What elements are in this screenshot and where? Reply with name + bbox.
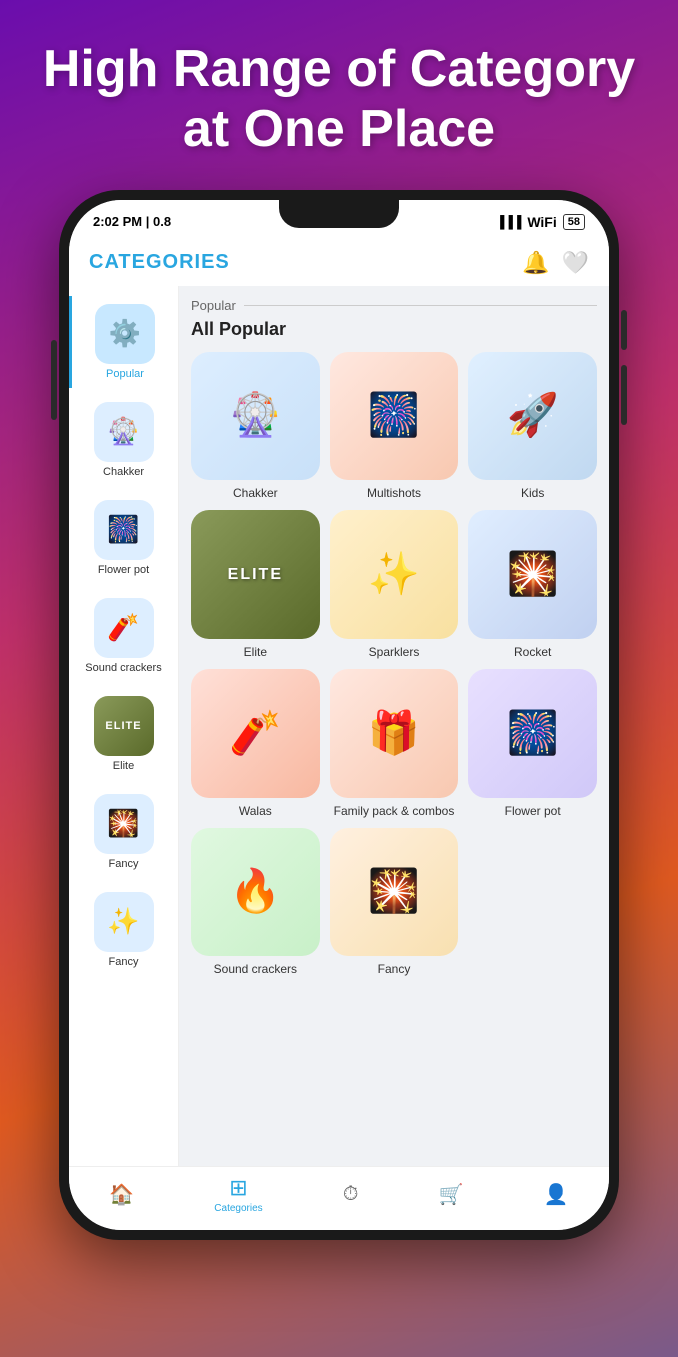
popular-divider xyxy=(244,305,597,306)
header-icons: 🔔 🤍 xyxy=(522,250,589,276)
category-elite[interactable]: ELITE Elite xyxy=(191,510,320,659)
cart-icon: 🛒 xyxy=(439,1182,464,1207)
category-soundcrackers2[interactable]: 🔥 Sound crackers xyxy=(191,828,320,977)
app-header: CATEGORIES 🔔 🤍 xyxy=(69,240,609,286)
sidebar-item-label-elite: Elite xyxy=(113,760,134,772)
elite-icon-container: ELITE xyxy=(94,696,154,756)
chakker-box: 🎡 xyxy=(191,352,320,481)
power-button xyxy=(51,340,57,420)
sidebar-item-fancy[interactable]: 🎇 Fancy xyxy=(69,786,178,878)
category-grid: 🎡 Chakker 🎆 Multishots 🚀 xyxy=(191,352,597,977)
popular-icon-container: ⚙️ xyxy=(95,304,155,364)
sidebar-item-elite[interactable]: ELITE Elite xyxy=(69,688,178,780)
content-area: ⚙️ Popular 🎡 Chakker 🎆 Flower pot xyxy=(69,286,609,1166)
sidebar-item-label-chakker: Chakker xyxy=(103,466,144,478)
elite-label: Elite xyxy=(244,645,267,659)
rocket-box: 🎇 xyxy=(468,510,597,639)
multishots-label: Multishots xyxy=(367,486,421,500)
all-popular-heading: All Popular xyxy=(191,319,597,340)
soundcrackers2-label: Sound crackers xyxy=(214,962,297,976)
sparklers-label: Sparklers xyxy=(369,645,420,659)
categories-nav-label: Categories xyxy=(214,1203,262,1214)
flowerpot2-label: Flower pot xyxy=(505,804,561,818)
phone-notch xyxy=(279,200,399,228)
sidebar-item-popular[interactable]: ⚙️ Popular xyxy=(69,296,178,388)
sidebar-item-soundcrackers[interactable]: 🧨 Sound crackers xyxy=(69,590,178,682)
category-flowerpot2[interactable]: 🎆 Flower pot xyxy=(468,669,597,818)
nav-timer[interactable]: ⏱ xyxy=(343,1183,359,1206)
fancy2-icon-container: ✨ xyxy=(94,892,154,952)
popular-label: Popular xyxy=(191,298,236,313)
fancy2-box: 🎇 xyxy=(330,828,459,957)
walas-box: 🧨 xyxy=(191,669,320,798)
walas-label: Walas xyxy=(239,804,272,818)
volume-down-button xyxy=(621,365,627,425)
timer-icon: ⏱ xyxy=(343,1183,359,1206)
nav-profile[interactable]: 👤 xyxy=(544,1182,569,1207)
app-title: CATEGORIES xyxy=(89,251,230,274)
sidebar-item-label-fancy: Fancy xyxy=(109,858,139,870)
profile-icon: 👤 xyxy=(544,1182,569,1207)
categories-icon: ⊞ xyxy=(229,1175,247,1201)
notification-button[interactable]: 🔔 xyxy=(522,250,549,276)
signal-icon: ▐▐▐ xyxy=(496,215,522,229)
kids-box: 🚀 xyxy=(468,352,597,481)
category-familypack[interactable]: 🎁 Family pack & combos xyxy=(330,669,459,818)
bottom-nav: 🏠 ⊞ Categories ⏱ 🛒 👤 xyxy=(69,1166,609,1230)
fancy-icon-container: 🎇 xyxy=(94,794,154,854)
chakker-label: Chakker xyxy=(233,486,278,500)
phone-mockup: 2:02 PM | 0.8 ▐▐▐ WiFi 58 CATEGORIES 🔔 🤍 xyxy=(59,190,619,1240)
sidebar-item-fancy2[interactable]: ✨ Fancy xyxy=(69,884,178,976)
sidebar-item-label-flowerpot: Flower pot xyxy=(98,564,149,576)
favorite-button[interactable]: 🤍 xyxy=(562,250,589,276)
category-kids[interactable]: 🚀 Kids xyxy=(468,352,597,501)
soundcrackers2-box: 🔥 xyxy=(191,828,320,957)
chakker-icon-container: 🎡 xyxy=(94,402,154,462)
sidebar-item-label-popular: Popular xyxy=(106,368,144,380)
category-fancy2[interactable]: 🎇 Fancy xyxy=(330,828,459,977)
sidebar-item-flowerpot[interactable]: 🎆 Flower pot xyxy=(69,492,178,584)
elite-box: ELITE xyxy=(191,510,320,639)
popular-header: Popular xyxy=(191,298,597,313)
phone-screen: 2:02 PM | 0.8 ▐▐▐ WiFi 58 CATEGORIES 🔔 🤍 xyxy=(69,200,609,1230)
category-chakker[interactable]: 🎡 Chakker xyxy=(191,352,320,501)
sidebar-item-label-soundcrackers: Sound crackers xyxy=(85,662,161,674)
category-multishots[interactable]: 🎆 Multishots xyxy=(330,352,459,501)
main-area: Popular All Popular 🎡 Chakker xyxy=(179,286,609,1166)
nav-home[interactable]: 🏠 xyxy=(109,1182,134,1207)
familypack-box: 🎁 xyxy=(330,669,459,798)
sidebar-item-label-fancy2: Fancy xyxy=(109,956,139,968)
kids-label: Kids xyxy=(521,486,544,500)
soundcrackers-icon-container: 🧨 xyxy=(94,598,154,658)
flowerpot-icon-container: 🎆 xyxy=(94,500,154,560)
battery-icon: 58 xyxy=(563,214,585,230)
category-sparklers[interactable]: ✨ Sparklers xyxy=(330,510,459,659)
category-walas[interactable]: 🧨 Walas xyxy=(191,669,320,818)
nav-categories[interactable]: ⊞ Categories xyxy=(214,1175,262,1214)
home-icon: 🏠 xyxy=(109,1182,134,1207)
familypack-label: Family pack & combos xyxy=(334,804,455,818)
category-rocket[interactable]: 🎇 Rocket xyxy=(468,510,597,659)
sidebar: ⚙️ Popular 🎡 Chakker 🎆 Flower pot xyxy=(69,286,179,1166)
volume-up-button xyxy=(621,310,627,350)
nav-cart[interactable]: 🛒 xyxy=(439,1182,464,1207)
flowerpot2-box: 🎆 xyxy=(468,669,597,798)
wifi-icon: WiFi xyxy=(527,214,556,230)
status-time: 2:02 PM | 0.8 xyxy=(93,214,171,229)
hero-title: High Range of Category at One Place xyxy=(0,0,678,180)
rocket-label: Rocket xyxy=(514,645,551,659)
sidebar-item-chakker[interactable]: 🎡 Chakker xyxy=(69,394,178,486)
hero-section: High Range of Category at One Place xyxy=(0,0,678,180)
fancy2-label: Fancy xyxy=(378,962,411,976)
sparklers-box: ✨ xyxy=(330,510,459,639)
multishots-box: 🎆 xyxy=(330,352,459,481)
